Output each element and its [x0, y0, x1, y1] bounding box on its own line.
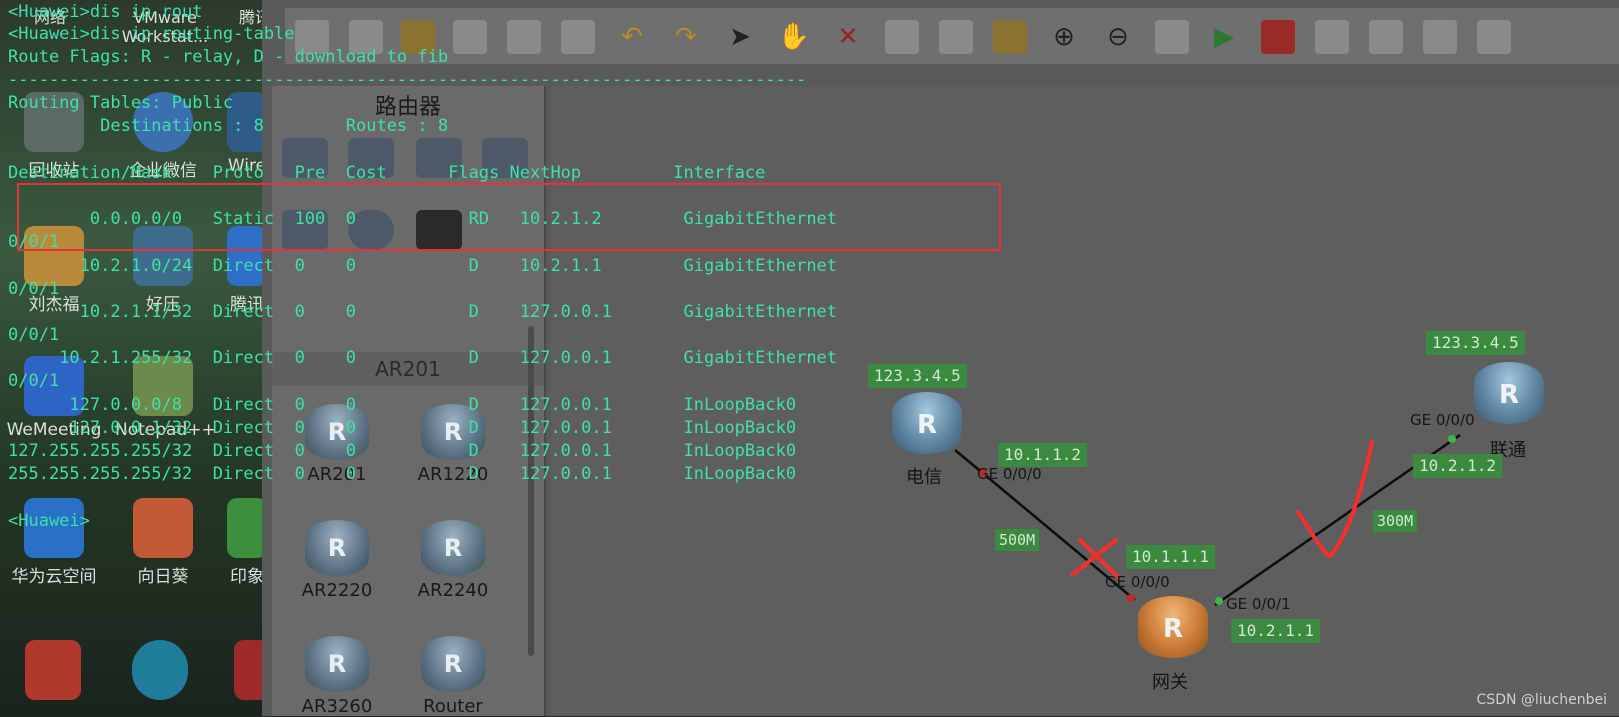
terminal-line: Destination/Mask Proto Pre Cost Flags Ne… — [8, 163, 766, 183]
terminal-line: 0/0/1 — [8, 325, 60, 345]
bandwidth-label-right: 300M — [1373, 510, 1418, 532]
port-label-telecom: GE 0/0/0 — [977, 465, 1042, 483]
terminal-line: 255.255.255.255/32 Direct 0 0 D 127.0.0.… — [8, 464, 797, 484]
terminal-line: 127.0.0.0/8 Direct 0 0 D 127.0.0.1 InLoo… — [8, 395, 797, 415]
terminal-line: Destinations : 8 Routes : 8 — [8, 116, 449, 136]
terminal-line: 0/0/1 — [8, 279, 60, 299]
ip-label-gateway-telecom: 10.1.1.1 — [1126, 545, 1216, 569]
highlight-box-default-route — [17, 183, 1001, 251]
ip-label-unicom-link: 10.2.1.2 — [1413, 454, 1503, 478]
terminal-line: Routing Tables: Public — [8, 93, 234, 113]
ip-label-gateway-unicom: 10.2.1.1 — [1231, 619, 1321, 643]
port-label-gateway-ge0: GE 0/0/0 — [1105, 573, 1170, 591]
terminal-line: <Huawei>dis ip rout — [8, 2, 203, 22]
terminal-line: 127.0.0.1/32 Direct 0 0 D 127.0.0.1 InLo… — [8, 418, 797, 438]
node-name-telecom: 电信 — [906, 467, 942, 488]
port-dot-gateway-ge0 — [1127, 594, 1135, 602]
port-label-gateway-ge1: GE 0/0/1 — [1226, 595, 1291, 613]
bandwidth-label-left: 500M — [995, 529, 1040, 551]
router-gateway[interactable]: R — [1138, 596, 1208, 658]
ip-label-telecom: 123.3.4.5 — [868, 364, 967, 388]
terminal-line: Route Flags: R - relay, D - download to … — [8, 47, 449, 67]
router-unicom[interactable]: R — [1474, 362, 1544, 424]
terminal-line: <Huawei> — [8, 511, 90, 531]
terminal-line: 10.2.1.0/24 Direct 0 0 D 10.2.1.1 Gigabi… — [8, 256, 838, 276]
router-telecom[interactable]: R — [892, 392, 962, 454]
port-dot-unicom — [1448, 435, 1456, 443]
terminal-line: 10.2.1.255/32 Direct 0 0 D 127.0.0.1 Gig… — [8, 348, 838, 368]
ip-label-unicom: 123.3.4.5 — [1426, 331, 1525, 355]
port-label-unicom: GE 0/0/0 — [1410, 411, 1475, 429]
node-name-gateway: 网关 — [1152, 672, 1188, 693]
terminal-line: 10.2.1.1/32 Direct 0 0 D 127.0.0.1 Gigab… — [8, 302, 838, 322]
terminal-line: ----------------------------------------… — [8, 70, 807, 90]
terminal-line: 0/0/1 — [8, 371, 60, 391]
terminal-line: <Huawei>dis ip routing-table — [8, 24, 295, 44]
terminal-line: 127.255.255.255/32 Direct 0 0 D 127.0.0.… — [8, 441, 797, 461]
watermark: CSDN @liuchenbei — [1476, 692, 1607, 708]
port-dot-gateway-ge1 — [1215, 597, 1223, 605]
ip-label-telecom-link: 10.1.1.2 — [998, 443, 1088, 467]
